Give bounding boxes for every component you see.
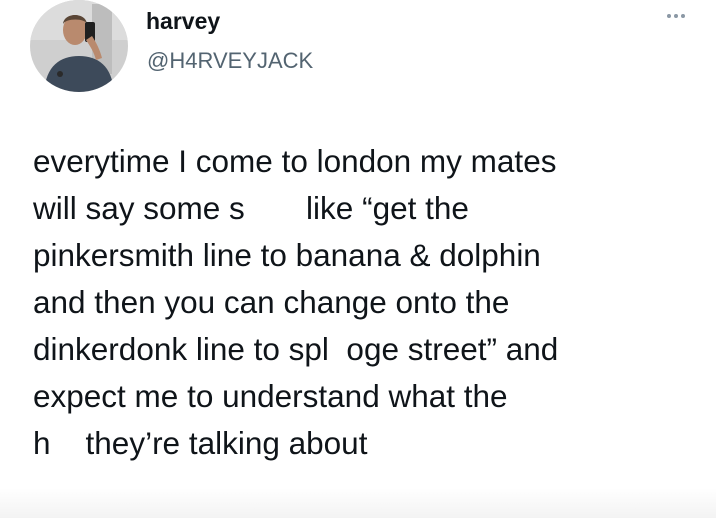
display-name[interactable]: harvey [146,6,220,36]
tweet-text-line: everytime I come to london my mates [33,143,557,179]
tweet-text-line: h they’re talking about [33,425,368,461]
tweet-text-line: and then you can change onto the [33,284,510,320]
more-options-icon [667,14,685,18]
profile-photo-icon [30,0,128,92]
tweet-text-line: expect me to understand what the [33,378,508,414]
avatar[interactable] [30,0,128,92]
tweet-text: everytime I come to london my mates will… [33,138,713,467]
tweet-text-line: pinkersmith line to banana & dolphin [33,237,541,273]
more-options-button[interactable] [658,2,694,30]
tweet-card: harvey @H4RVEYJACK everytime I come to l… [0,0,716,518]
tweet-text-line: will say some s like “get the [33,190,469,226]
tweet-text-line: dinkerdonk line to spl oge street” and [33,331,559,367]
bottom-edge-fade [0,488,716,518]
user-handle[interactable]: @H4RVEYJACK [147,47,313,75]
